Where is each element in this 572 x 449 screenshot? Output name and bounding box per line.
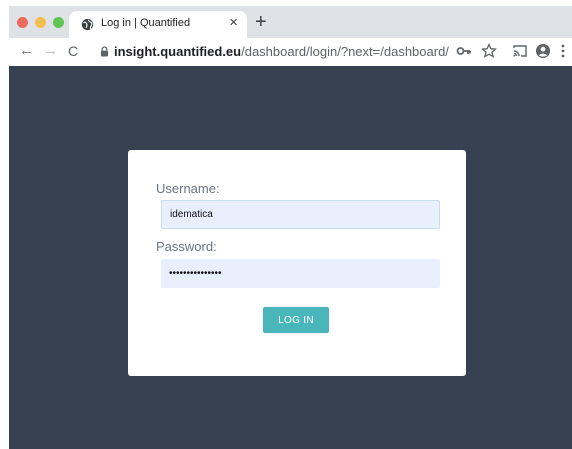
browser-window: Log in | Quantified × + ← → C insight.qu… — [9, 6, 572, 449]
url-host: insight.quantified.eu — [114, 44, 242, 59]
password-label: Password: — [156, 239, 217, 254]
close-window-button[interactable] — [17, 17, 28, 28]
key-icon[interactable] — [456, 43, 472, 59]
reload-button[interactable]: C — [68, 42, 78, 60]
url-text[interactable]: insight.quantified.eu/dashboard/login/?n… — [114, 44, 449, 59]
address-bar[interactable]: insight.quantified.eu/dashboard/login/?n… — [92, 41, 449, 63]
page-content: Username: Password: LOG IN — [9, 66, 572, 449]
star-icon[interactable] — [481, 43, 497, 59]
kebab-menu-icon[interactable] — [559, 43, 567, 59]
username-input[interactable] — [161, 200, 440, 229]
globe-icon — [81, 18, 94, 31]
cast-icon[interactable] — [512, 43, 528, 59]
maximize-window-button[interactable] — [53, 17, 64, 28]
back-button[interactable]: ← — [19, 42, 34, 60]
new-tab-button[interactable]: + — [255, 12, 267, 32]
password-input[interactable] — [161, 259, 440, 288]
tab-close-icon[interactable]: × — [229, 15, 238, 31]
tab-title: Log in | Quantified — [101, 17, 191, 29]
account-icon[interactable] — [535, 43, 551, 59]
login-card: Username: Password: LOG IN — [128, 150, 466, 376]
minimize-window-button[interactable] — [35, 17, 46, 28]
lock-icon[interactable] — [100, 46, 109, 57]
tab-login[interactable]: Log in | Quantified × — [69, 11, 247, 38]
username-label: Username: — [156, 181, 220, 196]
forward-button[interactable]: → — [43, 42, 58, 60]
url-path: /dashboard/login/?next=/dashboard/ — [241, 44, 449, 59]
tab-strip: Log in | Quantified × + — [9, 6, 572, 38]
login-button[interactable]: LOG IN — [263, 307, 329, 333]
browser-toolbar: ← → C insight.quantified.eu/dashboard/lo… — [9, 38, 572, 66]
